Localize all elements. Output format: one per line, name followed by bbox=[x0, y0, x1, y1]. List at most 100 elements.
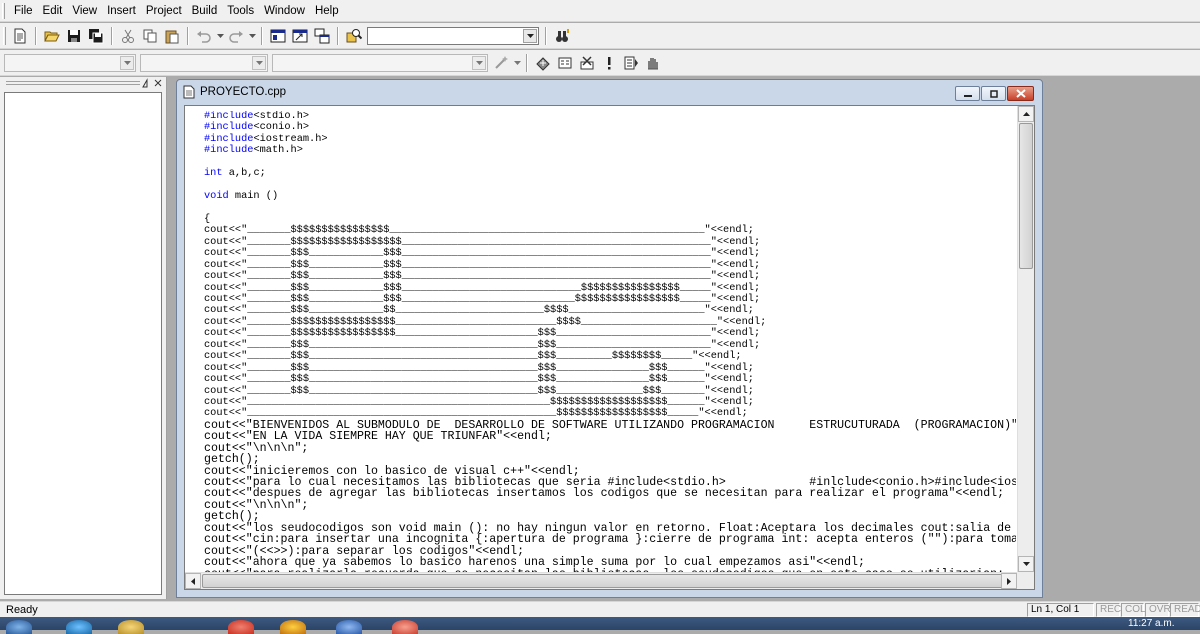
code-line[interactable]: int a,b,c; bbox=[204, 167, 1016, 180]
workspace-controls-icon[interactable] bbox=[142, 78, 164, 89]
minimize-button[interactable] bbox=[955, 86, 980, 101]
menu-tools[interactable]: Tools bbox=[222, 3, 259, 19]
code-text: { bbox=[204, 212, 211, 225]
code-line[interactable] bbox=[204, 180, 1016, 191]
cut-button[interactable] bbox=[118, 26, 138, 46]
menu-edit[interactable]: Edit bbox=[38, 3, 68, 19]
menu-window[interactable]: Window bbox=[259, 3, 310, 19]
folder-icon[interactable] bbox=[118, 620, 144, 634]
members-combo[interactable] bbox=[272, 53, 488, 72]
menu-bar-grip[interactable] bbox=[2, 2, 5, 19]
window-list-button[interactable] bbox=[312, 26, 332, 46]
code-line[interactable]: void main () bbox=[204, 190, 1016, 202]
editor-title: PROYECTO.cpp bbox=[200, 86, 287, 98]
horizontal-scrollbar[interactable] bbox=[185, 572, 1028, 589]
new-text-file-button[interactable] bbox=[10, 26, 30, 46]
find-combo[interactable] bbox=[367, 26, 539, 45]
output-button[interactable] bbox=[290, 26, 310, 46]
browser-icon[interactable] bbox=[66, 620, 92, 634]
code-keyword: #include bbox=[204, 144, 254, 157]
scroll-down-button[interactable] bbox=[1018, 556, 1034, 572]
code-line[interactable]: cout<<"\n\n\n"; bbox=[204, 500, 1016, 512]
find-in-files-button[interactable] bbox=[344, 26, 364, 46]
undo-button[interactable] bbox=[194, 26, 214, 46]
menu-project[interactable]: Project bbox=[141, 3, 187, 19]
code-editor[interactable]: #include<stdio.h> #include<conio.h> #inclu… bbox=[185, 111, 1016, 572]
standard-toolbar bbox=[0, 23, 1200, 49]
copy-icon bbox=[143, 29, 157, 42]
close-button[interactable] bbox=[1007, 86, 1034, 101]
menu-build[interactable]: Build bbox=[187, 3, 223, 19]
stop-build-icon bbox=[580, 55, 594, 69]
menu-file[interactable]: File bbox=[9, 3, 38, 19]
redo-dropdown-button[interactable] bbox=[248, 26, 256, 46]
class-combo[interactable] bbox=[4, 53, 136, 72]
menu-view[interactable]: View bbox=[67, 3, 102, 19]
code-text: cout<<"_______$$$_______________________… bbox=[204, 373, 754, 386]
editor-client[interactable]: #include<stdio.h> #include<conio.h> #inclu… bbox=[184, 105, 1035, 590]
execute-button[interactable] bbox=[599, 53, 619, 73]
stop-build-button[interactable] bbox=[577, 53, 597, 73]
code-text: cout<<"_________________________________… bbox=[204, 395, 754, 408]
paste-button[interactable] bbox=[162, 26, 182, 46]
scroll-right-button[interactable] bbox=[1001, 573, 1017, 589]
toolbar-grip[interactable] bbox=[3, 26, 6, 45]
build-button[interactable] bbox=[555, 53, 575, 73]
code-text: cout<<"_______$$$$$$$$$$$$$$$$__________… bbox=[204, 224, 754, 237]
scroll-up-button[interactable] bbox=[1018, 106, 1034, 122]
filter-combo[interactable] bbox=[140, 53, 268, 72]
wizard-action-button[interactable] bbox=[491, 53, 511, 73]
save-button[interactable] bbox=[64, 26, 84, 46]
copy-button[interactable] bbox=[140, 26, 160, 46]
code-keyword: #include bbox=[204, 111, 254, 122]
code-line[interactable]: #include<iostream.h> bbox=[204, 132, 1016, 145]
workspace-tree[interactable] bbox=[4, 92, 162, 595]
vertical-scroll-thumb[interactable] bbox=[1019, 123, 1033, 269]
find-combo-arrow[interactable] bbox=[523, 28, 537, 43]
code-line[interactable] bbox=[204, 203, 1016, 214]
class-combo-arrow[interactable] bbox=[120, 55, 134, 70]
code-line[interactable]: #include<stdio.h> bbox=[204, 111, 1016, 122]
open-button[interactable] bbox=[42, 26, 62, 46]
go-icon bbox=[624, 56, 638, 69]
code-line[interactable]: cout<<"despues de agregar las biblioteca… bbox=[204, 488, 1016, 500]
breakpoint-button[interactable] bbox=[643, 53, 663, 73]
code-line[interactable]: #include<math.h> bbox=[204, 145, 1016, 156]
wizard-action-dropdown[interactable] bbox=[513, 53, 521, 73]
horizontal-scroll-thumb[interactable] bbox=[202, 574, 1028, 588]
code-text: <iostream.h> bbox=[253, 132, 328, 145]
app-icon[interactable] bbox=[280, 620, 306, 634]
scroll-left-button[interactable] bbox=[185, 573, 201, 589]
save-all-button[interactable] bbox=[86, 26, 106, 46]
go-button[interactable] bbox=[621, 53, 641, 73]
window-controls bbox=[954, 86, 1034, 101]
workspace-button[interactable] bbox=[268, 26, 288, 46]
code-line[interactable]: cout<<"\n\n\n"; bbox=[204, 442, 1016, 454]
members-combo-arrow[interactable] bbox=[472, 55, 486, 70]
workspace-grip[interactable] bbox=[6, 81, 140, 85]
workspace-icon bbox=[270, 29, 286, 42]
compile-button[interactable] bbox=[533, 53, 553, 73]
code-keyword: #include bbox=[204, 121, 254, 134]
redo-button[interactable] bbox=[226, 26, 246, 46]
word-icon[interactable] bbox=[336, 620, 362, 634]
chrome-icon[interactable] bbox=[228, 620, 254, 634]
code-keyword: int bbox=[204, 167, 223, 180]
code-line[interactable] bbox=[204, 157, 1016, 168]
filter-combo-arrow[interactable] bbox=[252, 55, 266, 70]
code-text: cout<<"_______$$$_______________________… bbox=[204, 361, 754, 374]
editor-titlebar[interactable]: PROYECTO.cpp bbox=[177, 80, 1042, 104]
start-button[interactable] bbox=[6, 620, 32, 634]
find-button[interactable] bbox=[552, 26, 572, 46]
code-line[interactable]: cout<<"EN LA VIDA SIEMPRE HAY QUE TRIUNF… bbox=[204, 431, 1016, 443]
menu-insert[interactable]: Insert bbox=[102, 3, 141, 19]
build-icon bbox=[558, 57, 572, 68]
restore-button[interactable] bbox=[981, 86, 1006, 101]
undo-dropdown-button[interactable] bbox=[216, 26, 224, 46]
editor-window: PROYECTO.cpp #include<stdio.h> #include<c… bbox=[176, 79, 1043, 598]
vertical-scrollbar[interactable] bbox=[1017, 106, 1034, 572]
menu-help[interactable]: Help bbox=[310, 3, 344, 19]
paint-icon[interactable] bbox=[392, 620, 418, 634]
code-text: cout<<"_______$$$_______________________… bbox=[204, 384, 754, 397]
toolbar-separator bbox=[337, 26, 339, 45]
